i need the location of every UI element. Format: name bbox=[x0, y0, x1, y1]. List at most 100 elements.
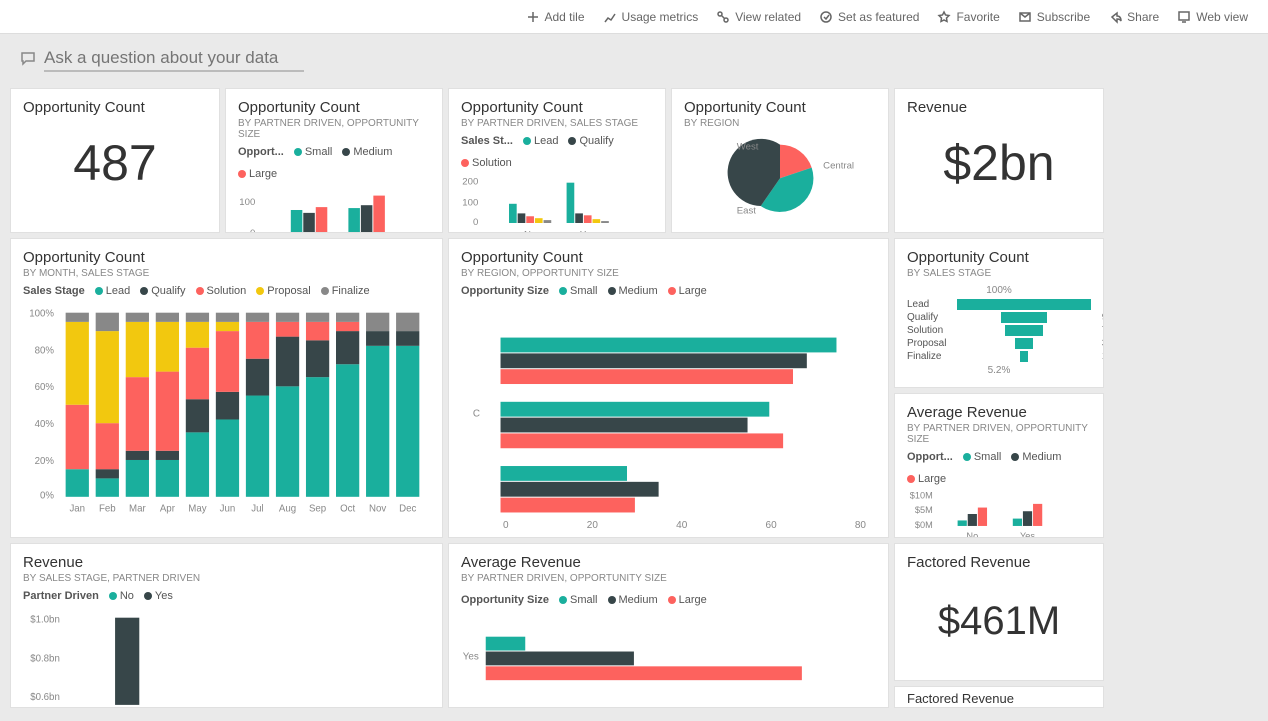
legend: Opportunity Size Small Medium Large bbox=[461, 594, 876, 606]
tile-avg-rev-partner-size2[interactable]: Average Revenue BY PARTNER DRIVEN, OPPOR… bbox=[448, 543, 889, 708]
tile-funnel[interactable]: Opportunity Count BY SALES STAGE 100% Le… bbox=[894, 238, 1104, 388]
svg-text:No: No bbox=[524, 229, 536, 233]
funnel-chart: LeadQualify94Solution74Proposal37Finaliz… bbox=[907, 299, 1091, 362]
web-view-button[interactable]: Web view bbox=[1177, 10, 1248, 24]
kpi-value: 487 bbox=[23, 136, 207, 191]
legend: Opport... Small Medium Large bbox=[238, 146, 430, 180]
svg-text:0: 0 bbox=[473, 217, 478, 228]
tile-title: Revenue bbox=[23, 554, 430, 571]
svg-text:Jan: Jan bbox=[69, 503, 85, 514]
tile-avg-rev-partner[interactable]: Average Revenue BY PARTNER DRIVEN, OPPOR… bbox=[894, 393, 1104, 538]
svg-text:Jun: Jun bbox=[220, 503, 236, 514]
svg-text:West: West bbox=[737, 141, 759, 152]
tile-subtitle: BY REGION bbox=[684, 118, 876, 129]
svg-text:100%: 100% bbox=[29, 309, 54, 320]
svg-text:$1.0bn: $1.0bn bbox=[30, 615, 60, 626]
hbar-chart: Yes bbox=[461, 612, 876, 686]
bar-chart: $1.0bn $0.8bn $0.6bn bbox=[23, 608, 430, 705]
svg-text:$0.8bn: $0.8bn bbox=[30, 653, 60, 664]
legend: Partner Driven No Yes bbox=[23, 590, 430, 602]
tile-subtitle: BY PARTNER DRIVEN, OPPORTUNITY SIZE bbox=[907, 423, 1091, 445]
svg-text:Yes: Yes bbox=[1020, 531, 1035, 538]
tile-title: Average Revenue bbox=[907, 404, 1091, 421]
plus-icon bbox=[526, 10, 540, 24]
related-icon bbox=[716, 10, 730, 24]
chart-icon bbox=[603, 10, 617, 24]
favorite-button[interactable]: Favorite bbox=[937, 10, 999, 24]
tile-opp-count-region[interactable]: Opportunity Count BY REGION West Central… bbox=[671, 88, 889, 233]
set-featured-button[interactable]: Set as featured bbox=[819, 10, 919, 24]
tile-title: Opportunity Count bbox=[684, 99, 876, 116]
svg-text:Apr: Apr bbox=[160, 503, 176, 514]
tile-title: Factored Revenue bbox=[907, 554, 1091, 571]
tile-factored-rev2[interactable]: Factored Revenue bbox=[894, 686, 1104, 708]
tile-subtitle: BY MONTH, SALES STAGE bbox=[23, 268, 430, 279]
svg-text:100: 100 bbox=[462, 198, 478, 209]
legend: Opportunity Size Small Medium Large bbox=[461, 285, 876, 297]
featured-icon bbox=[819, 10, 833, 24]
bar-chart: 100 0 No Yes bbox=[238, 186, 430, 233]
tile-subtitle: BY PARTNER DRIVEN, OPPORTUNITY SIZE bbox=[461, 573, 876, 584]
tile-title: Revenue bbox=[907, 99, 1091, 116]
svg-text:C: C bbox=[473, 409, 480, 420]
tile-title: Factored Revenue bbox=[907, 691, 1091, 706]
svg-text:40%: 40% bbox=[35, 419, 55, 430]
svg-text:$0M: $0M bbox=[915, 520, 933, 530]
usage-metrics-button[interactable]: Usage metrics bbox=[603, 10, 699, 24]
tile-subtitle: BY SALES STAGE bbox=[907, 268, 1091, 279]
tile-title: Opportunity Count bbox=[23, 99, 207, 116]
svg-text:Yes: Yes bbox=[580, 229, 596, 233]
svg-text:May: May bbox=[188, 503, 206, 514]
svg-text:Oct: Oct bbox=[340, 503, 355, 514]
tile-title: Opportunity Count bbox=[23, 249, 430, 266]
tile-title: Average Revenue bbox=[461, 554, 876, 571]
tile-title: Opportunity Count bbox=[907, 249, 1091, 266]
legend: Opport... Small Medium Large bbox=[907, 451, 1091, 485]
action-toolbar: Add tile Usage metrics View related Set … bbox=[0, 0, 1268, 34]
chat-icon bbox=[20, 51, 36, 67]
svg-text:Sep: Sep bbox=[309, 503, 326, 514]
svg-text:Aug: Aug bbox=[279, 503, 296, 514]
stacked-bar-chart: 100% 80% 60% 40% 20% 0% JanFebMarAprMayJ… bbox=[23, 303, 430, 516]
star-icon bbox=[937, 10, 951, 24]
qna-bar bbox=[0, 34, 1268, 80]
svg-text:Mar: Mar bbox=[129, 503, 146, 514]
tile-revenue-kpi[interactable]: Revenue $2bn bbox=[894, 88, 1104, 233]
svg-text:Central: Central bbox=[823, 161, 854, 172]
tile-title: Opportunity Count bbox=[238, 99, 430, 116]
svg-text:200: 200 bbox=[462, 177, 478, 188]
svg-text:Nov: Nov bbox=[369, 503, 386, 514]
view-related-button[interactable]: View related bbox=[716, 10, 801, 24]
svg-text:Dec: Dec bbox=[399, 503, 416, 514]
tile-rev-stage-partner[interactable]: Revenue BY SALES STAGE, PARTNER DRIVEN P… bbox=[10, 543, 443, 708]
tile-opp-count-kpi[interactable]: Opportunity Count 487 bbox=[10, 88, 220, 233]
svg-text:0%: 0% bbox=[40, 491, 54, 502]
svg-text:Feb: Feb bbox=[99, 503, 116, 514]
tile-opp-count-partner[interactable]: Opportunity Count BY PARTNER DRIVEN, OPP… bbox=[225, 88, 443, 233]
tile-opp-count-region-size[interactable]: Opportunity Count BY REGION, OPPORTUNITY… bbox=[448, 238, 889, 538]
kpi-value: $461M bbox=[907, 599, 1091, 643]
svg-text:60%: 60% bbox=[35, 382, 55, 393]
share-button[interactable]: Share bbox=[1108, 10, 1159, 24]
svg-text:0: 0 bbox=[250, 228, 255, 233]
legend: Sales Stage Lead Qualify Solution Propos… bbox=[23, 285, 430, 297]
tile-subtitle: BY PARTNER DRIVEN, OPPORTUNITY SIZE bbox=[238, 118, 430, 140]
svg-text:$10M: $10M bbox=[910, 491, 933, 500]
qna-input[interactable] bbox=[44, 46, 304, 72]
tile-subtitle: BY REGION, OPPORTUNITY SIZE bbox=[461, 268, 876, 279]
hbar-chart: C 0 bbox=[461, 303, 876, 520]
tile-factored-rev[interactable]: Factored Revenue $461M bbox=[894, 543, 1104, 681]
svg-text:No: No bbox=[966, 531, 978, 538]
subscribe-button[interactable]: Subscribe bbox=[1018, 10, 1090, 24]
tile-subtitle: BY SALES STAGE, PARTNER DRIVEN bbox=[23, 573, 430, 584]
add-tile-button[interactable]: Add tile bbox=[526, 10, 585, 24]
pie-chart: West Central East bbox=[684, 135, 876, 221]
tile-opp-count-month[interactable]: Opportunity Count BY MONTH, SALES STAGE … bbox=[10, 238, 443, 538]
dashboard-grid: Opportunity Count 487 Opportunity Count … bbox=[0, 80, 1268, 721]
share-icon bbox=[1108, 10, 1122, 24]
svg-text:$0.6bn: $0.6bn bbox=[30, 692, 60, 703]
tile-opp-count-partner-stage[interactable]: Opportunity Count BY PARTNER DRIVEN, SAL… bbox=[448, 88, 666, 233]
tile-title: Opportunity Count bbox=[461, 249, 876, 266]
bar-chart: 200 100 0 No Yes bbox=[461, 175, 653, 233]
tile-subtitle: BY PARTNER DRIVEN, SALES STAGE bbox=[461, 118, 653, 129]
